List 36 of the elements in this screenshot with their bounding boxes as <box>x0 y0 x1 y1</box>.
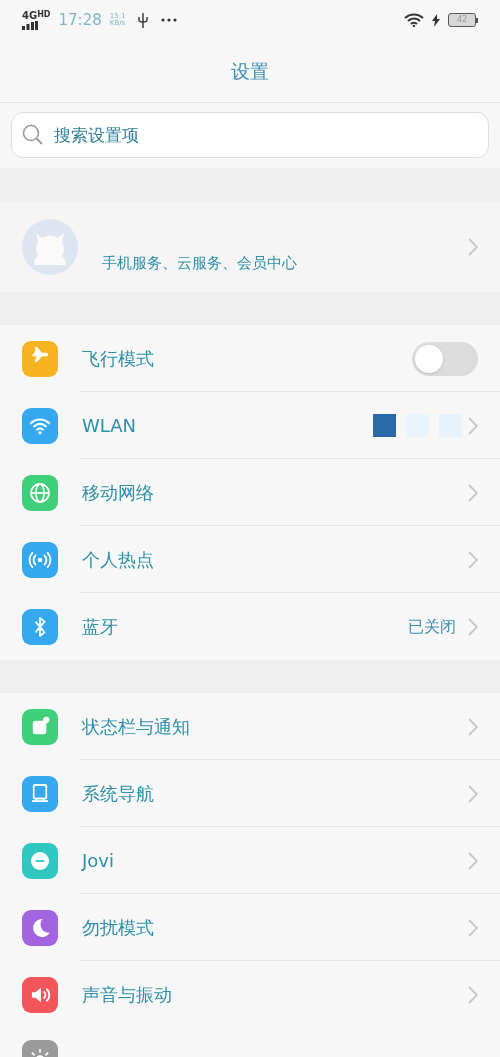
search-field[interactable]: 搜索设置项 <box>11 112 489 158</box>
setting-label: 个人热点 <box>82 548 155 572</box>
setting-label: 移动网络 <box>82 481 155 505</box>
charging-icon <box>432 13 440 27</box>
chevron-icon <box>468 483 478 502</box>
network-label: 4G <box>22 10 38 21</box>
setting-label: WLAN <box>82 414 138 438</box>
chevron-icon <box>468 851 478 870</box>
more-icon <box>161 18 178 22</box>
page-title: 设置 <box>231 58 269 84</box>
account-subtitle: 手机服务、云服务、会员中心 <box>102 254 297 272</box>
setting-label: 蓝牙 <box>82 615 119 639</box>
setting-label: Jovi <box>82 849 115 873</box>
toggle-switch[interactable] <box>412 341 478 376</box>
wifi-signal-icon <box>404 13 424 27</box>
chevron-icon <box>468 918 478 937</box>
battery-level: 42 <box>456 16 468 24</box>
chevron-icon <box>468 985 478 1004</box>
setting-label: 状态栏与通知 <box>82 715 191 739</box>
signal-icon <box>22 20 38 30</box>
chevron-icon <box>468 784 478 803</box>
setting-label: 系统导航 <box>82 782 155 806</box>
avatar-icon <box>22 219 78 275</box>
chevron-icon <box>468 717 478 736</box>
search-icon <box>22 124 44 146</box>
chevron-icon <box>468 550 478 569</box>
chevron-icon <box>468 617 478 636</box>
setting-label: 声音与振动 <box>82 983 173 1007</box>
setting-label: 飞行模式 <box>82 347 155 371</box>
chevron-icon <box>468 238 478 256</box>
setting-value: 已关闭 <box>408 615 456 638</box>
clock: 17:28 <box>58 9 102 31</box>
setting-label: 勿扰模式 <box>82 916 155 940</box>
chevron-icon <box>468 416 478 435</box>
usb-icon <box>137 12 150 28</box>
hd-label: HD <box>37 10 51 19</box>
